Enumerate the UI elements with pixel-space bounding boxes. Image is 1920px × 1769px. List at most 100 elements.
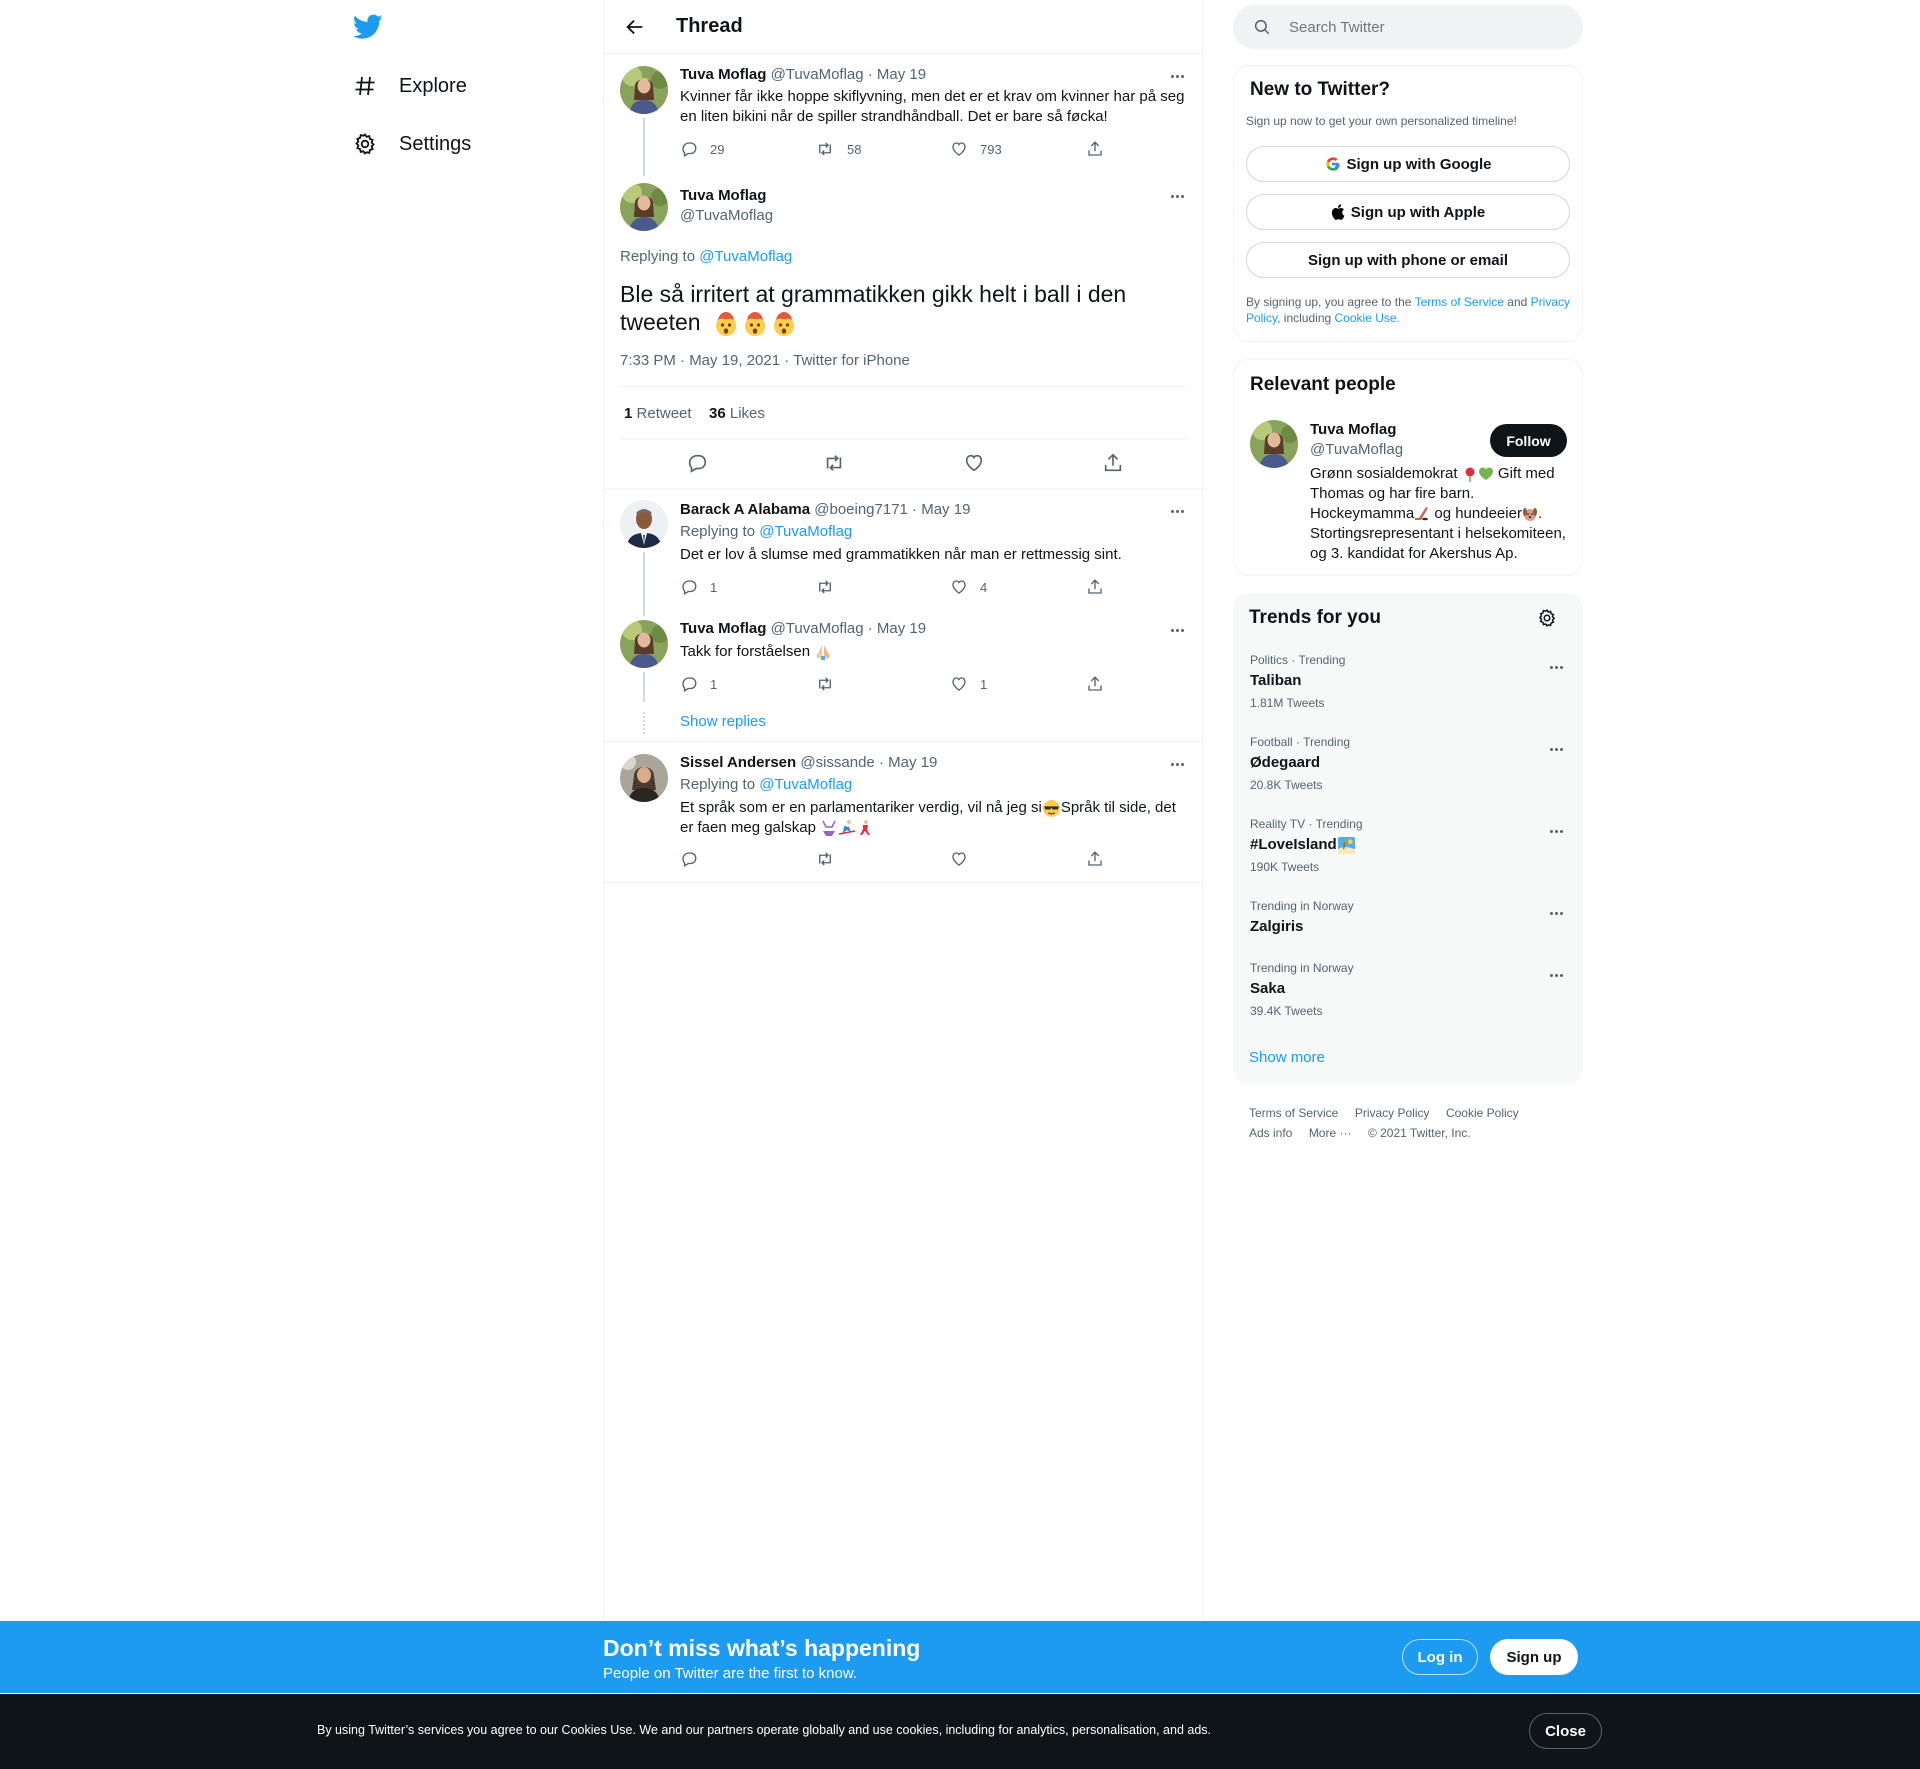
replying-to-link[interactable]: @TuvaMoflag <box>759 776 852 793</box>
search-box[interactable] <box>1233 5 1583 49</box>
card-title: Relevant people <box>1250 374 1396 395</box>
more-dots-icon[interactable] <box>1546 965 1566 985</box>
nav-settings-label: Settings <box>399 132 472 155</box>
reply-icon[interactable] <box>686 452 708 474</box>
reply-icon <box>680 675 698 693</box>
nav-settings[interactable]: Settings <box>353 132 471 156</box>
twitter-logo-icon[interactable] <box>353 14 383 40</box>
like-stat[interactable]: 36 Likes <box>709 405 765 422</box>
more-dots-icon[interactable] <box>1546 739 1566 759</box>
share-button[interactable] <box>1086 578 1104 596</box>
share-button[interactable] <box>1086 140 1104 158</box>
more-dots-icon[interactable] <box>1167 66 1187 86</box>
replying-to-link[interactable]: @TuvaMoflag <box>759 523 852 540</box>
show-replies-link[interactable]: Show replies <box>680 713 766 730</box>
signup-label: Sign up <box>1506 1648 1562 1666</box>
footer-privacy-link[interactable]: Privacy Policy <box>1355 1106 1430 1120</box>
exploding-head-emoji-icon <box>713 311 801 337</box>
trend-count: 20.8K Tweets <box>1250 778 1323 792</box>
retweet-button[interactable] <box>815 675 835 693</box>
gear-icon[interactable] <box>1537 608 1557 628</box>
cookie-close-button[interactable]: Close <box>1529 1713 1602 1749</box>
share-icon <box>1086 850 1104 868</box>
signup-phone-button[interactable]: Sign up with phone or email <box>1246 242 1570 278</box>
retweet-button[interactable] <box>815 850 835 868</box>
footer-more-link[interactable]: More ··· <box>1309 1126 1352 1140</box>
share-button[interactable] <box>1086 850 1104 868</box>
avatar[interactable] <box>620 500 668 548</box>
new-to-twitter-card: New to Twitter? Sign up now to get your … <box>1233 65 1583 342</box>
trend-item[interactable]: Football · Trending Ødegaard 20.8K Tweet… <box>1233 735 1583 815</box>
signup-apple-label: Sign up with Apple <box>1350 203 1486 221</box>
retweet-icon[interactable] <box>822 452 846 474</box>
like-icon[interactable] <box>963 452 985 474</box>
trend-category: Trending in Norway <box>1250 961 1354 975</box>
share-button[interactable] <box>1086 675 1104 693</box>
thread-column: Thread Tuva Moflag @TuvaMoflag · May 19 … <box>603 0 1203 1620</box>
replying-to-link[interactable]: @TuvaMoflag <box>699 248 792 265</box>
follow-label: Follow <box>1506 432 1551 449</box>
trend-category: Trending in Norway <box>1250 899 1354 913</box>
reply-button[interactable]: 1 <box>680 675 717 693</box>
trend-name: Saka <box>1250 980 1286 997</box>
avatar[interactable] <box>1250 420 1298 468</box>
more-dots-icon[interactable] <box>1546 657 1566 677</box>
like-count: 4 <box>980 579 988 595</box>
reply-count: 1 <box>710 579 718 595</box>
trend-item[interactable]: Politics · Trending Taliban 1.81M Tweets <box>1233 653 1583 733</box>
signup-button[interactable]: Sign up <box>1490 1639 1578 1675</box>
footer-cookie-link[interactable]: Cookie Policy <box>1446 1106 1519 1120</box>
retweet-stat-count: 1 <box>624 405 633 422</box>
cookie-link[interactable]: Cookie Use. <box>1335 311 1400 325</box>
like-button[interactable]: 793 <box>950 140 1002 158</box>
avatar[interactable] <box>620 754 668 802</box>
like-button[interactable]: 4 <box>950 578 987 596</box>
like-button[interactable] <box>950 850 968 868</box>
trend-item[interactable]: Trending in Norway Zalgiris <box>1233 899 1583 959</box>
more-dots-icon[interactable] <box>1546 903 1566 923</box>
tweet-author-name[interactable]: Barack A Alabama <box>680 501 810 518</box>
reply-icon <box>680 578 698 596</box>
more-dots-icon[interactable] <box>1167 620 1187 640</box>
tweet-author-name[interactable]: Tuva Moflag <box>680 66 766 83</box>
back-arrow-icon[interactable] <box>624 16 646 38</box>
footer-ads-link[interactable]: Ads info <box>1249 1126 1292 1140</box>
share-icon[interactable] <box>1102 452 1124 474</box>
signup-google-button[interactable]: Sign up with Google <box>1246 146 1570 182</box>
follow-button[interactable]: Follow <box>1490 424 1567 457</box>
more-dots-icon[interactable] <box>1546 821 1566 841</box>
reply-button[interactable] <box>680 850 698 868</box>
apple-icon <box>1331 204 1345 220</box>
trend-item[interactable]: Reality TV · Trending #LoveIsland 190K T… <box>1233 817 1583 897</box>
retweet-button[interactable]: 58 <box>815 140 861 158</box>
like-button[interactable]: 1 <box>950 675 987 693</box>
signup-apple-button[interactable]: Sign up with Apple <box>1246 194 1570 230</box>
more-dots-icon[interactable] <box>1167 754 1187 774</box>
footer-terms-link[interactable]: Terms of Service <box>1249 1106 1338 1120</box>
more-dots-icon[interactable] <box>1167 186 1187 206</box>
terms-link[interactable]: Terms of Service <box>1415 295 1504 309</box>
trend-item[interactable]: Trending in Norway Saka 39.4K Tweets <box>1233 961 1583 1041</box>
reply-button[interactable]: 1 <box>680 578 717 596</box>
retweet-stat[interactable]: 1 Retweet <box>624 405 692 422</box>
main-tweet-timestamp[interactable]: 7:33 PM · May 19, 2021 · Twitter for iPh… <box>620 352 910 369</box>
more-dots-icon[interactable] <box>1167 501 1187 521</box>
reply-button[interactable]: 29 <box>680 140 724 158</box>
person-bio: Grønn sosialdemokrat Gift med Thomas og … <box>1310 464 1580 564</box>
retweet-button[interactable] <box>815 578 835 596</box>
person-name[interactable]: Tuva Moflag <box>1310 421 1396 438</box>
person-handle[interactable]: @TuvaMoflag <box>1310 441 1403 458</box>
tweet-author-handle[interactable]: @TuvaMoflag <box>680 207 773 224</box>
avatar[interactable] <box>620 183 668 231</box>
avatar[interactable] <box>620 66 668 114</box>
relevant-people-card: Relevant people Tuva Moflag @TuvaMoflag … <box>1233 359 1583 576</box>
login-button[interactable]: Log in <box>1402 1639 1478 1675</box>
tweet-author-name[interactable]: Sissel Andersen <box>680 754 796 771</box>
search-input[interactable] <box>1289 15 1559 39</box>
nav-explore[interactable]: Explore <box>353 74 467 98</box>
tweet-author-name[interactable]: Tuva Moflag <box>680 187 766 204</box>
show-more-link[interactable]: Show more <box>1249 1049 1325 1066</box>
tweet-author-name[interactable]: Tuva Moflag <box>680 620 766 637</box>
avatar[interactable] <box>620 620 668 668</box>
like-icon <box>950 850 968 868</box>
